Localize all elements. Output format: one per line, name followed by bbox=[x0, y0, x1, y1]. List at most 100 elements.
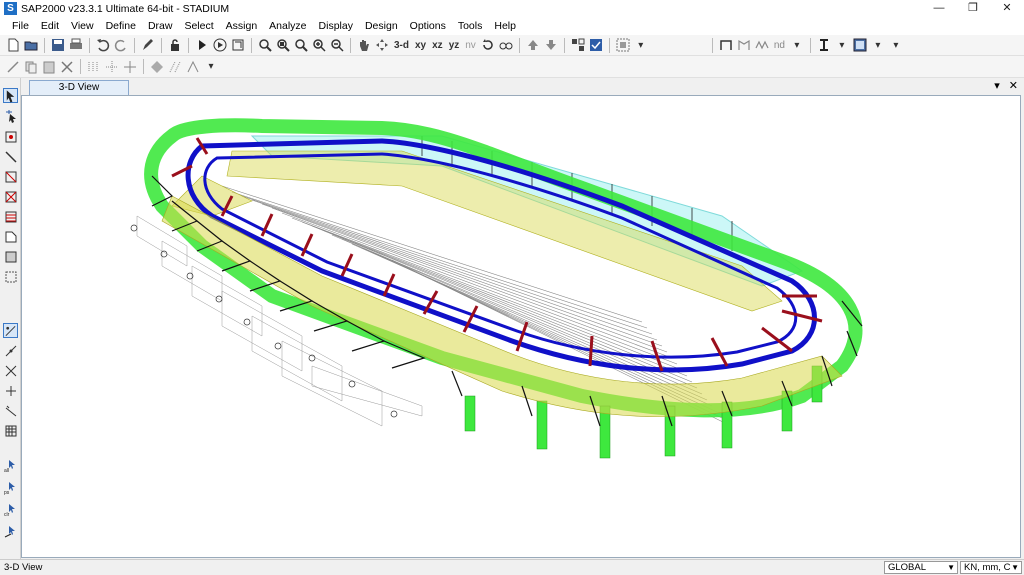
chevron-down-icon[interactable]: ▾ bbox=[203, 59, 219, 75]
menu-tools[interactable]: Tools bbox=[452, 20, 489, 32]
draw-line-icon[interactable] bbox=[5, 59, 21, 75]
menu-edit[interactable]: Edit bbox=[35, 20, 65, 32]
area-section-icon[interactable] bbox=[852, 37, 868, 53]
menu-options[interactable]: Options bbox=[404, 20, 452, 32]
replicate-icon[interactable] bbox=[86, 59, 102, 75]
draw-rect-area-icon[interactable] bbox=[3, 249, 18, 264]
draw-quick-area-icon[interactable] bbox=[3, 269, 18, 284]
zoom-window-icon[interactable] bbox=[257, 37, 273, 53]
view-xy-button[interactable]: xy bbox=[412, 40, 429, 51]
close-button[interactable]: ✕ bbox=[990, 0, 1024, 17]
chevron-down-icon[interactable]: ▾ bbox=[633, 37, 649, 53]
select-all-icon[interactable]: all bbox=[3, 458, 18, 473]
menu-assign[interactable]: Assign bbox=[220, 20, 264, 32]
check-box-icon[interactable] bbox=[588, 37, 604, 53]
clear-selection-icon[interactable]: clr bbox=[3, 502, 18, 517]
chevron-down-icon: ▼ bbox=[947, 563, 955, 572]
move-down-icon[interactable] bbox=[543, 37, 559, 53]
move-icon[interactable] bbox=[104, 59, 120, 75]
divide-lines-icon[interactable] bbox=[167, 59, 183, 75]
new-file-icon[interactable] bbox=[5, 37, 21, 53]
menu-define[interactable]: Define bbox=[100, 20, 142, 32]
menu-view[interactable]: View bbox=[65, 20, 100, 32]
grid-options-icon[interactable] bbox=[570, 37, 586, 53]
model-viewport[interactable] bbox=[21, 95, 1021, 558]
draw-poly-area-icon[interactable] bbox=[3, 229, 18, 244]
chevron-down-icon[interactable]: ▾ bbox=[870, 37, 886, 53]
toolbar-separator bbox=[809, 37, 811, 53]
view-nv-button[interactable]: nv bbox=[462, 40, 479, 51]
perspective-glasses-icon[interactable] bbox=[498, 37, 514, 53]
snap-joints-icon[interactable] bbox=[3, 323, 18, 338]
zoom-full-icon[interactable] bbox=[275, 37, 291, 53]
move-up-icon[interactable] bbox=[525, 37, 541, 53]
rotate-diamond-icon[interactable] bbox=[149, 59, 165, 75]
view-3d-button[interactable]: 3-d bbox=[391, 40, 412, 51]
tab-3d-view[interactable]: 3-D View bbox=[29, 80, 129, 95]
run-play-circle-icon[interactable] bbox=[212, 37, 228, 53]
coordinate-system-select[interactable]: GLOBAL ▼ bbox=[884, 561, 958, 574]
minimize-button[interactable]: — bbox=[922, 0, 956, 17]
nd-button[interactable]: nd bbox=[771, 40, 788, 51]
redo-icon[interactable] bbox=[113, 37, 129, 53]
units-select[interactable]: KN, mm, C ▼ bbox=[960, 561, 1022, 574]
frame-draw-icon[interactable] bbox=[718, 37, 734, 53]
pointer-select-icon[interactable] bbox=[3, 88, 18, 103]
section-i-icon[interactable] bbox=[816, 37, 832, 53]
rotate-icon[interactable] bbox=[480, 37, 496, 53]
snap-line-end-icon[interactable] bbox=[3, 343, 18, 358]
copy-icon[interactable] bbox=[23, 59, 39, 75]
status-view-label: 3-D View bbox=[4, 562, 43, 573]
menu-help[interactable]: Help bbox=[488, 20, 522, 32]
draw-joint-icon[interactable] bbox=[3, 129, 18, 144]
app-logo-icon: S bbox=[4, 2, 17, 15]
edit-pencil-icon[interactable] bbox=[140, 37, 156, 53]
open-file-icon[interactable] bbox=[23, 37, 39, 53]
save-icon[interactable] bbox=[50, 37, 66, 53]
display-options-icon[interactable] bbox=[615, 37, 631, 53]
menu-design[interactable]: Design bbox=[359, 20, 404, 32]
draw-brace-icon[interactable] bbox=[3, 189, 18, 204]
run-analysis-icon[interactable] bbox=[194, 37, 210, 53]
pan-tool-icon[interactable] bbox=[374, 37, 390, 53]
frame-portal-icon[interactable] bbox=[736, 37, 752, 53]
stadium-3d-model bbox=[130, 118, 863, 459]
pan-hand-icon[interactable] bbox=[356, 37, 372, 53]
menu-select[interactable]: Select bbox=[178, 20, 219, 32]
snap-intersection-icon[interactable] bbox=[3, 363, 18, 378]
snap-perpendicular-icon[interactable] bbox=[3, 383, 18, 398]
delete-icon[interactable] bbox=[59, 59, 75, 75]
select-previous-icon[interactable]: ps bbox=[3, 480, 18, 495]
draw-frame-icon[interactable] bbox=[3, 149, 18, 164]
join-lines-icon[interactable] bbox=[185, 59, 201, 75]
section-cut-icon[interactable] bbox=[230, 37, 246, 53]
reshape-pointer-icon[interactable] bbox=[3, 108, 18, 123]
menu-draw[interactable]: Draw bbox=[142, 20, 179, 32]
snap-line-icon[interactable] bbox=[3, 403, 18, 418]
units-value: KN, mm, C bbox=[964, 562, 1011, 573]
zoom-previous-icon[interactable] bbox=[293, 37, 309, 53]
view-xz-button[interactable]: xz bbox=[429, 40, 446, 51]
draw-secondary-beam-icon[interactable] bbox=[3, 209, 18, 224]
chevron-down-icon[interactable]: ▾ bbox=[789, 37, 805, 53]
zoom-in-icon[interactable] bbox=[311, 37, 327, 53]
chevron-down-icon[interactable]: ▾ bbox=[888, 37, 904, 53]
intersecting-line-select-icon[interactable] bbox=[3, 524, 18, 539]
print-icon[interactable] bbox=[68, 37, 84, 53]
undo-icon[interactable] bbox=[95, 37, 111, 53]
restore-button[interactable]: ❐ bbox=[956, 0, 990, 17]
menu-file[interactable]: File bbox=[6, 20, 35, 32]
zoom-out-icon[interactable] bbox=[329, 37, 345, 53]
tab-menu-chevron-icon[interactable]: ▾ bbox=[994, 80, 1000, 92]
paste-icon[interactable] bbox=[41, 59, 57, 75]
menu-display[interactable]: Display bbox=[313, 20, 359, 32]
snap-grid-icon[interactable] bbox=[3, 423, 18, 438]
menu-analyze[interactable]: Analyze bbox=[263, 20, 312, 32]
tab-close-icon[interactable]: ✕ bbox=[1009, 80, 1018, 92]
view-yz-button[interactable]: yz bbox=[446, 40, 463, 51]
extrude-icon[interactable] bbox=[122, 59, 138, 75]
lock-icon[interactable] bbox=[167, 37, 183, 53]
quick-draw-frame-icon[interactable] bbox=[3, 169, 18, 184]
frame-brace-icon[interactable] bbox=[754, 37, 770, 53]
chevron-down-icon[interactable]: ▾ bbox=[834, 37, 850, 53]
